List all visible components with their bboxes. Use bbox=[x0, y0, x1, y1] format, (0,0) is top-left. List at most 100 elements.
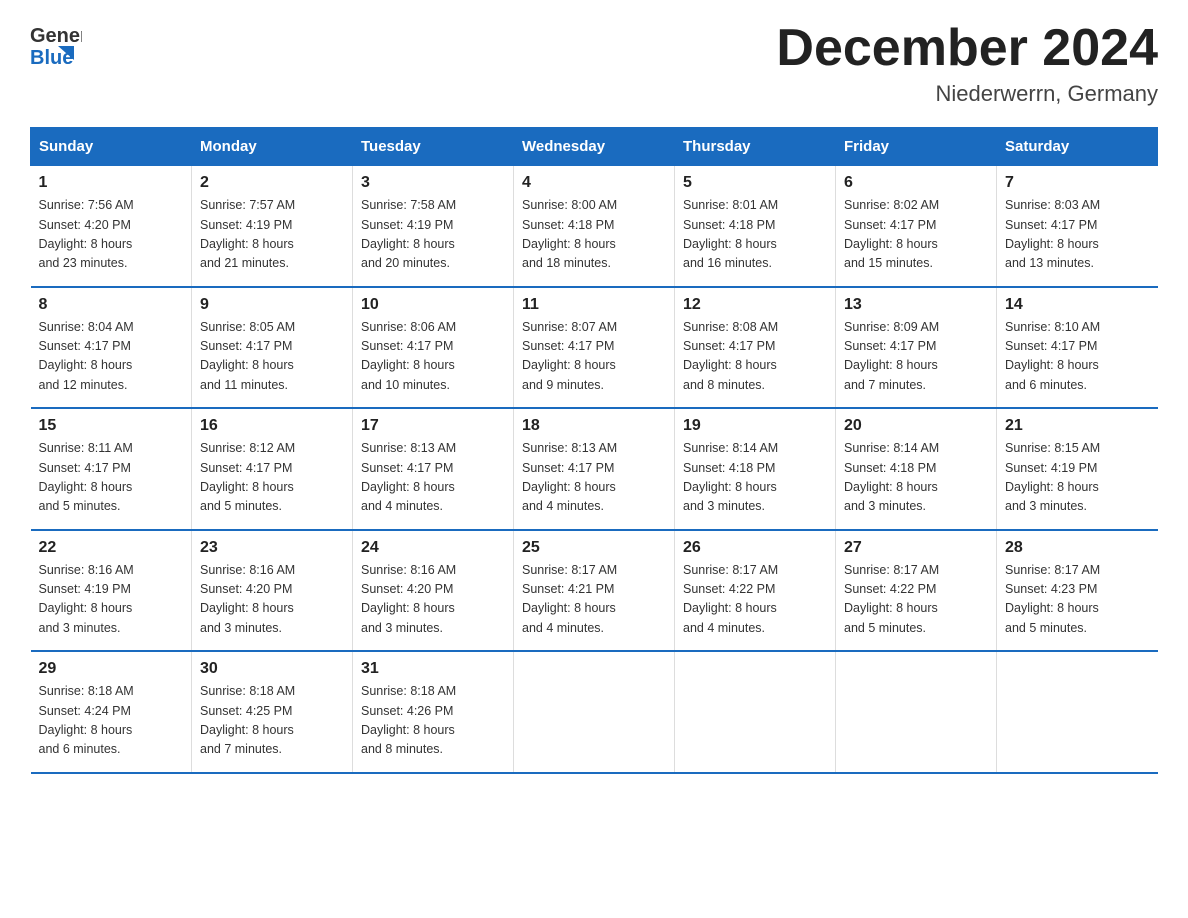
week-row-2: 8Sunrise: 8:04 AMSunset: 4:17 PMDaylight… bbox=[31, 287, 1158, 409]
week-row-3: 15 Sunrise: 8:11 AMSunset: 4:17 PMDayligh… bbox=[31, 408, 1158, 530]
day-cell: 17Sunrise: 8:13 AMSunset: 4:17 PMDayligh… bbox=[353, 408, 514, 530]
title-block: December 2024 Niederwerrn, Germany bbox=[776, 20, 1158, 107]
day-info: Sunrise: 8:08 AMSunset: 4:17 PMDaylight:… bbox=[683, 318, 827, 396]
day-number: 21 bbox=[1005, 417, 1150, 435]
day-cell: 9 Sunrise: 8:05 AMSunset: 4:17 PMDaylight… bbox=[192, 287, 353, 409]
day-number: 12 bbox=[683, 296, 827, 314]
day-cell: 12 Sunrise: 8:08 AMSunset: 4:17 PMDayligh… bbox=[675, 287, 836, 409]
location-subtitle: Niederwerrn, Germany bbox=[776, 81, 1158, 107]
day-info: Sunrise: 8:17 AMSunset: 4:22 PMDaylight:… bbox=[683, 561, 827, 639]
day-cell: 13 Sunrise: 8:09 AMSunset: 4:17 PMDayligh… bbox=[836, 287, 997, 409]
day-info: Sunrise: 8:11 AMSunset: 4:17 PMDaylight:… bbox=[39, 439, 184, 517]
day-cell: 31Sunrise: 8:18 AMSunset: 4:26 PMDayligh… bbox=[353, 651, 514, 773]
day-info: Sunrise: 8:17 AMSunset: 4:21 PMDaylight:… bbox=[522, 561, 666, 639]
day-cell: 3 Sunrise: 7:58 AMSunset: 4:19 PMDaylight… bbox=[353, 166, 514, 287]
day-info: Sunrise: 8:18 AMSunset: 4:25 PMDaylight:… bbox=[200, 682, 344, 760]
day-number: 16 bbox=[200, 417, 344, 435]
header-wednesday: Wednesday bbox=[514, 128, 675, 166]
day-info: Sunrise: 8:16 AMSunset: 4:19 PMDaylight:… bbox=[39, 561, 184, 639]
day-cell: 11 Sunrise: 8:07 AMSunset: 4:17 PMDayligh… bbox=[514, 287, 675, 409]
day-number: 14 bbox=[1005, 296, 1150, 314]
logo: General Blue bbox=[30, 20, 82, 70]
day-number: 30 bbox=[200, 660, 344, 678]
day-info: Sunrise: 8:15 AMSunset: 4:19 PMDaylight:… bbox=[1005, 439, 1150, 517]
day-number: 24 bbox=[361, 539, 505, 557]
logo-icon: General Blue bbox=[30, 20, 82, 70]
day-number: 2 bbox=[200, 174, 344, 192]
day-info: Sunrise: 7:58 AMSunset: 4:19 PMDaylight:… bbox=[361, 196, 505, 274]
header-monday: Monday bbox=[192, 128, 353, 166]
day-cell: 16 Sunrise: 8:12 AMSunset: 4:17 PMDayligh… bbox=[192, 408, 353, 530]
svg-text:General: General bbox=[30, 25, 82, 47]
day-number: 4 bbox=[522, 174, 666, 192]
day-number: 11 bbox=[522, 296, 666, 314]
day-info: Sunrise: 8:16 AMSunset: 4:20 PMDaylight:… bbox=[361, 561, 505, 639]
day-info: Sunrise: 8:00 AMSunset: 4:18 PMDaylight:… bbox=[522, 196, 666, 274]
day-cell: 23 Sunrise: 8:16 AMSunset: 4:20 PMDayligh… bbox=[192, 530, 353, 652]
day-number: 23 bbox=[200, 539, 344, 557]
day-number: 15 bbox=[39, 417, 184, 435]
day-cell: 14 Sunrise: 8:10 AMSunset: 4:17 PMDayligh… bbox=[997, 287, 1158, 409]
day-info: Sunrise: 8:14 AMSunset: 4:18 PMDaylight:… bbox=[683, 439, 827, 517]
day-number: 5 bbox=[683, 174, 827, 192]
day-cell: 28Sunrise: 8:17 AMSunset: 4:23 PMDayligh… bbox=[997, 530, 1158, 652]
day-cell: 18 Sunrise: 8:13 AMSunset: 4:17 PMDayligh… bbox=[514, 408, 675, 530]
day-info: Sunrise: 8:02 AMSunset: 4:17 PMDaylight:… bbox=[844, 196, 988, 274]
svg-text:Blue: Blue bbox=[30, 47, 73, 69]
day-info: Sunrise: 7:57 AMSunset: 4:19 PMDaylight:… bbox=[200, 196, 344, 274]
day-info: Sunrise: 8:12 AMSunset: 4:17 PMDaylight:… bbox=[200, 439, 344, 517]
day-number: 27 bbox=[844, 539, 988, 557]
day-number: 19 bbox=[683, 417, 827, 435]
day-number: 10 bbox=[361, 296, 505, 314]
day-info: Sunrise: 8:04 AMSunset: 4:17 PMDaylight:… bbox=[39, 318, 184, 396]
day-cell: 7 Sunrise: 8:03 AMSunset: 4:17 PMDaylight… bbox=[997, 166, 1158, 287]
day-cell: 1Sunrise: 7:56 AMSunset: 4:20 PMDaylight… bbox=[31, 166, 192, 287]
day-number: 18 bbox=[522, 417, 666, 435]
calendar-table: SundayMondayTuesdayWednesdayThursdayFrid… bbox=[30, 127, 1158, 774]
day-cell bbox=[997, 651, 1158, 773]
day-info: Sunrise: 8:09 AMSunset: 4:17 PMDaylight:… bbox=[844, 318, 988, 396]
day-info: Sunrise: 8:13 AMSunset: 4:17 PMDaylight:… bbox=[361, 439, 505, 517]
day-number: 13 bbox=[844, 296, 988, 314]
day-info: Sunrise: 8:01 AMSunset: 4:18 PMDaylight:… bbox=[683, 196, 827, 274]
header-friday: Friday bbox=[836, 128, 997, 166]
day-cell: 27 Sunrise: 8:17 AMSunset: 4:22 PMDayligh… bbox=[836, 530, 997, 652]
day-info: Sunrise: 8:03 AMSunset: 4:17 PMDaylight:… bbox=[1005, 196, 1150, 274]
day-cell: 5 Sunrise: 8:01 AMSunset: 4:18 PMDaylight… bbox=[675, 166, 836, 287]
day-number: 20 bbox=[844, 417, 988, 435]
day-cell: 24 Sunrise: 8:16 AMSunset: 4:20 PMDayligh… bbox=[353, 530, 514, 652]
day-cell bbox=[836, 651, 997, 773]
day-info: Sunrise: 8:13 AMSunset: 4:17 PMDaylight:… bbox=[522, 439, 666, 517]
day-cell: 29Sunrise: 8:18 AMSunset: 4:24 PMDayligh… bbox=[31, 651, 192, 773]
day-info: Sunrise: 8:17 AMSunset: 4:22 PMDaylight:… bbox=[844, 561, 988, 639]
day-cell: 8Sunrise: 8:04 AMSunset: 4:17 PMDaylight… bbox=[31, 287, 192, 409]
day-cell: 26Sunrise: 8:17 AMSunset: 4:22 PMDayligh… bbox=[675, 530, 836, 652]
day-cell: 19 Sunrise: 8:14 AMSunset: 4:18 PMDayligh… bbox=[675, 408, 836, 530]
day-number: 31 bbox=[361, 660, 505, 678]
day-info: Sunrise: 8:06 AMSunset: 4:17 PMDaylight:… bbox=[361, 318, 505, 396]
day-cell bbox=[675, 651, 836, 773]
day-cell: 2 Sunrise: 7:57 AMSunset: 4:19 PMDaylight… bbox=[192, 166, 353, 287]
day-number: 3 bbox=[361, 174, 505, 192]
day-info: Sunrise: 8:05 AMSunset: 4:17 PMDaylight:… bbox=[200, 318, 344, 396]
day-info: Sunrise: 8:16 AMSunset: 4:20 PMDaylight:… bbox=[200, 561, 344, 639]
day-number: 9 bbox=[200, 296, 344, 314]
header-thursday: Thursday bbox=[675, 128, 836, 166]
week-row-5: 29Sunrise: 8:18 AMSunset: 4:24 PMDayligh… bbox=[31, 651, 1158, 773]
day-number: 7 bbox=[1005, 174, 1150, 192]
day-info: Sunrise: 8:07 AMSunset: 4:17 PMDaylight:… bbox=[522, 318, 666, 396]
day-cell: 30 Sunrise: 8:18 AMSunset: 4:25 PMDayligh… bbox=[192, 651, 353, 773]
weekday-header-row: SundayMondayTuesdayWednesdayThursdayFrid… bbox=[31, 128, 1158, 166]
day-cell: 20Sunrise: 8:14 AMSunset: 4:18 PMDayligh… bbox=[836, 408, 997, 530]
week-row-1: 1Sunrise: 7:56 AMSunset: 4:20 PMDaylight… bbox=[31, 166, 1158, 287]
day-info: Sunrise: 8:18 AMSunset: 4:24 PMDaylight:… bbox=[39, 682, 184, 760]
month-title: December 2024 bbox=[776, 20, 1158, 77]
day-info: Sunrise: 8:10 AMSunset: 4:17 PMDaylight:… bbox=[1005, 318, 1150, 396]
day-cell bbox=[514, 651, 675, 773]
day-cell: 10 Sunrise: 8:06 AMSunset: 4:17 PMDayligh… bbox=[353, 287, 514, 409]
day-cell: 25Sunrise: 8:17 AMSunset: 4:21 PMDayligh… bbox=[514, 530, 675, 652]
day-cell: 4 Sunrise: 8:00 AMSunset: 4:18 PMDaylight… bbox=[514, 166, 675, 287]
day-cell: 21 Sunrise: 8:15 AMSunset: 4:19 PMDayligh… bbox=[997, 408, 1158, 530]
day-number: 22 bbox=[39, 539, 184, 557]
week-row-4: 22 Sunrise: 8:16 AMSunset: 4:19 PMDayligh… bbox=[31, 530, 1158, 652]
